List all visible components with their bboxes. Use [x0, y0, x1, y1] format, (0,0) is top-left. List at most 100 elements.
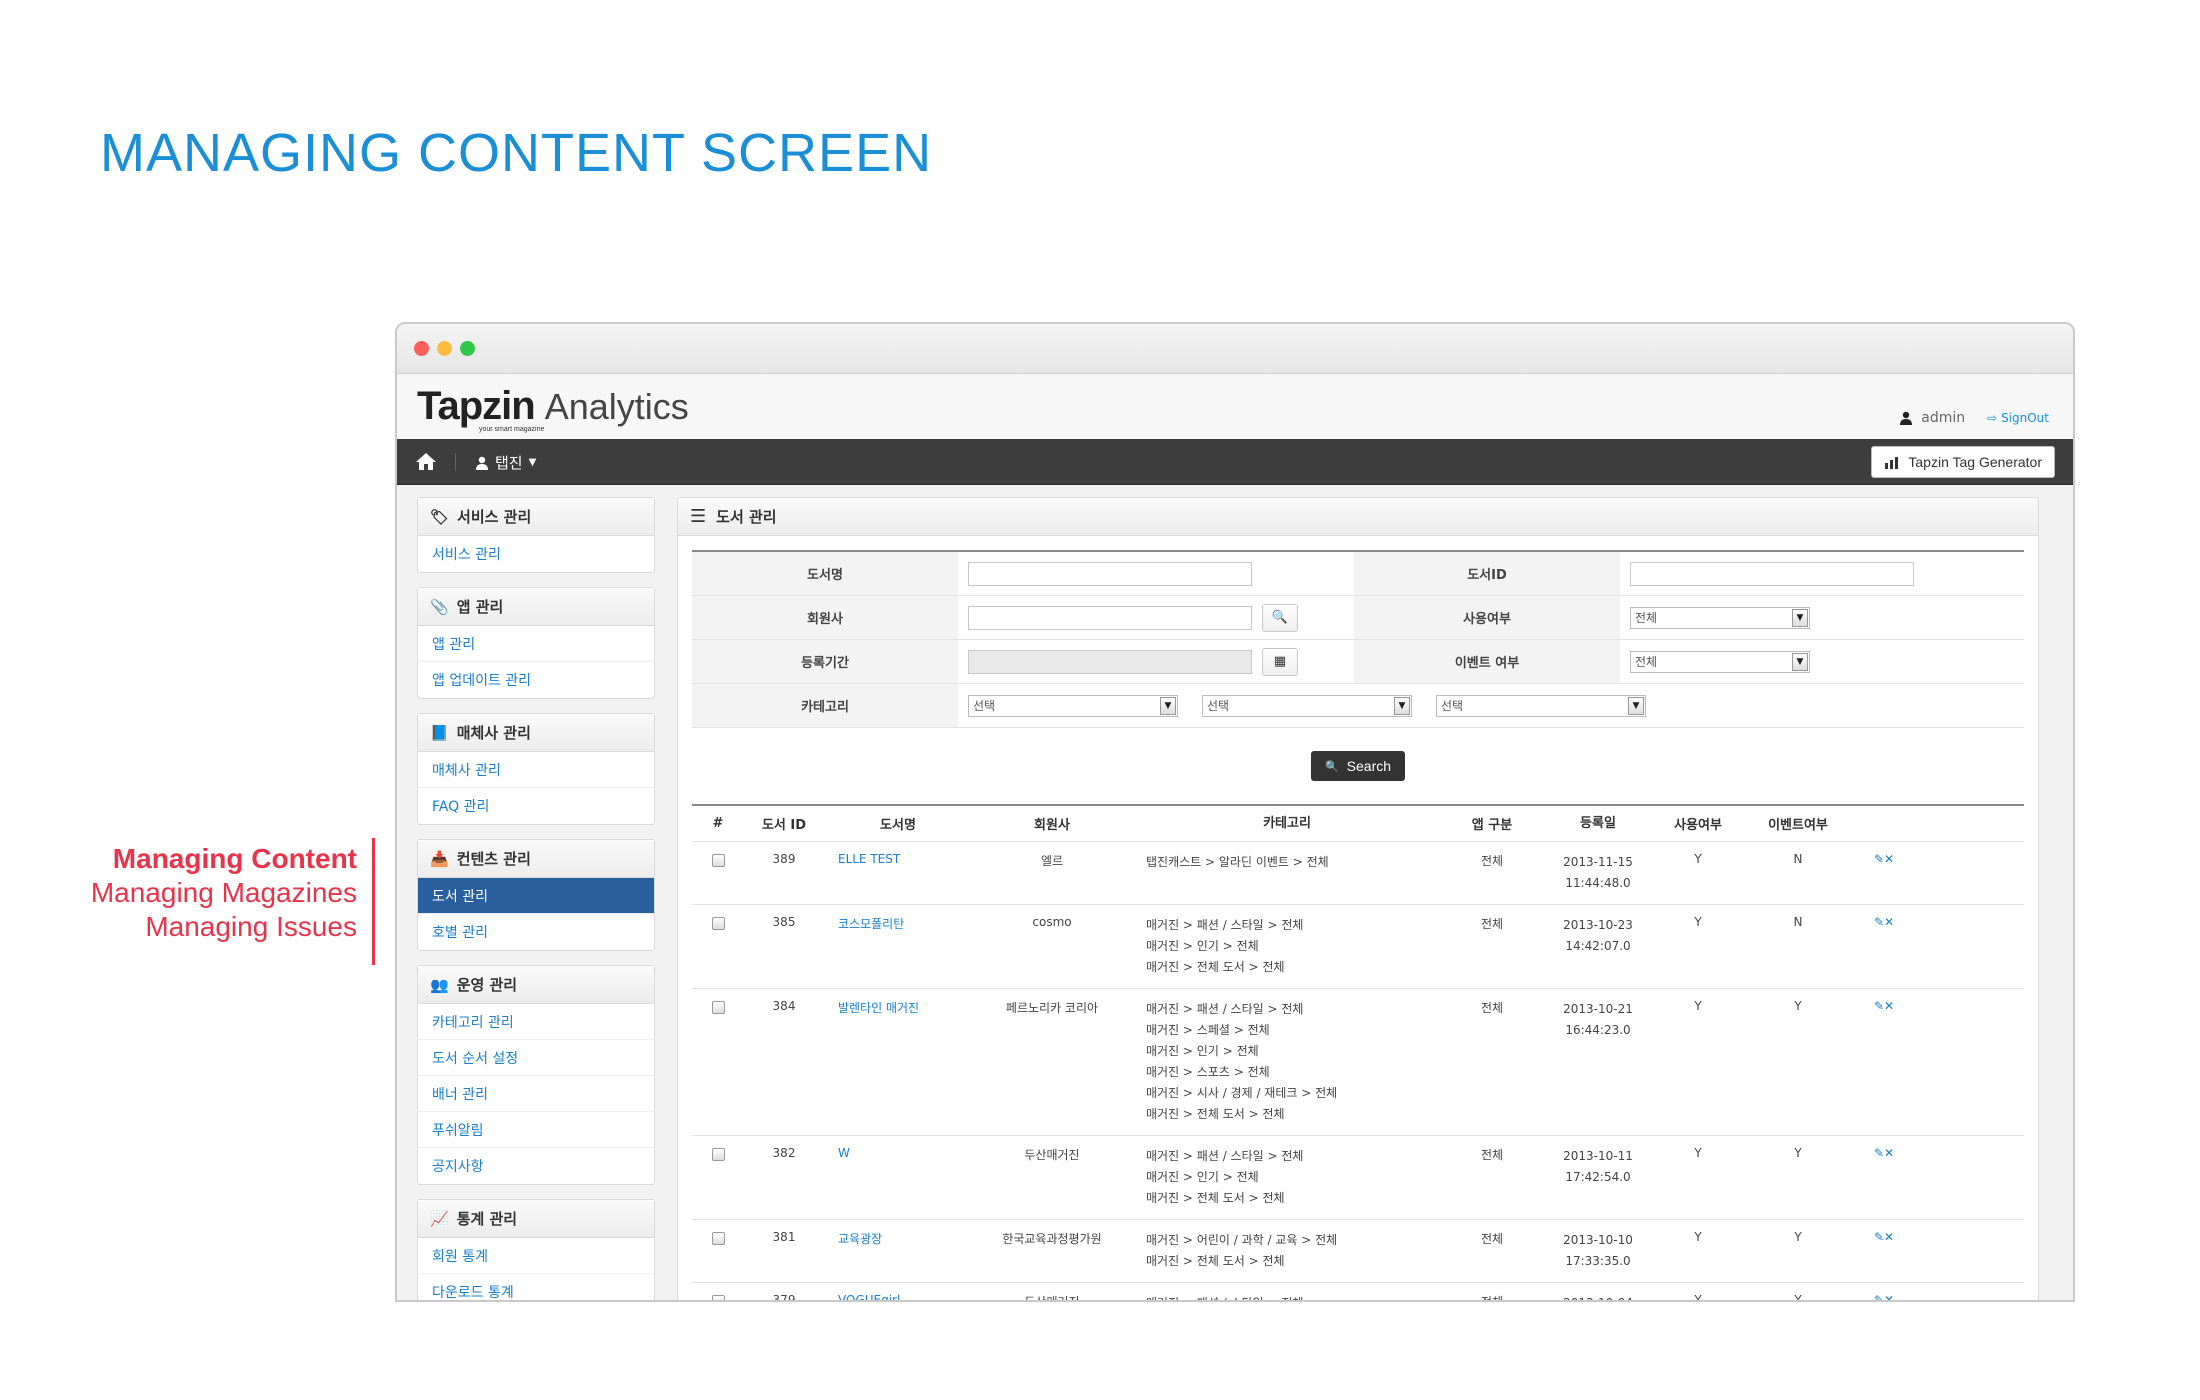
delete-icon[interactable]: ✕: [1884, 999, 1894, 1013]
book-name-link[interactable]: VOGUEgirl: [824, 1293, 972, 1300]
filter-row: 도서명 도서ID: [692, 552, 2024, 596]
book-id-input[interactable]: [1630, 561, 1914, 586]
content-area: 🏷 서비스 관리 서비스 관리 📎 앱 관리 앱 관리 앱 업데이트 관리 📘 …: [397, 487, 2073, 1300]
category-select-value: 선택: [973, 699, 996, 713]
navbar: 탭진 ▼ Tapzin Tag Generator: [397, 439, 2073, 485]
signout-link[interactable]: ⇨ SignOut: [1987, 411, 2049, 425]
delete-icon[interactable]: ✕: [1884, 915, 1894, 929]
member-search-button[interactable]: 🔍: [1262, 603, 1298, 632]
date: 2013-10-11: [1563, 1149, 1633, 1163]
use-flag: Y: [1694, 1146, 1702, 1160]
sidebar-item-books[interactable]: 도서 관리: [418, 878, 654, 914]
nav-divider: [455, 453, 456, 471]
filter-row: 회원사 🔍 사용여부 전체 ▼: [692, 596, 2024, 640]
sidebar-item-category[interactable]: 카테고리 관리: [418, 1004, 654, 1040]
period-input[interactable]: [968, 649, 1252, 674]
home-icon[interactable]: [415, 451, 437, 471]
edit-icon[interactable]: ✎: [1874, 1230, 1884, 1244]
use-flag: Y: [1694, 1230, 1702, 1244]
row-checkbox[interactable]: [711, 917, 725, 930]
category-path: 매거진 > 스페셜 > 전체: [1146, 1023, 1270, 1037]
browser-window: Tapzin Analytics your smart magazine admi…: [395, 322, 2075, 1302]
sidebar-item-push[interactable]: 푸쉬알림: [418, 1112, 654, 1148]
row-actions: ✎✕: [1854, 1293, 1914, 1300]
main-panel: ☰ 도서 관리 도서명 도서ID 회원사 🔍 사용여부 전체 ▼ 등록기간 ▦ …: [677, 497, 2039, 1302]
category-path: 매거진 > 인기 > 전체: [1146, 1044, 1259, 1058]
maximize-window-button[interactable]: [460, 341, 475, 356]
book-name-link[interactable]: 교육광장: [824, 1230, 972, 1272]
book-name-input[interactable]: [968, 561, 1252, 586]
table-row: 382 W 두산매거진 매거진 > 패션 / 스타일 > 전체 매거진 > 인기 > 전…: [692, 1136, 2024, 1220]
minimize-window-button[interactable]: [437, 341, 452, 356]
sidebar-heading-label: 매체사 관리: [456, 724, 531, 742]
event-label: 이벤트 여부: [1354, 640, 1620, 683]
use-flag: Y: [1694, 852, 1702, 866]
sidebar-panel-operations: 👥 운영 관리 카테고리 관리 도서 순서 설정 배너 관리 푸쉬알림 공지사항: [417, 965, 655, 1185]
user-icon: [1900, 411, 1913, 425]
use-flag: Y: [1694, 999, 1702, 1013]
member-input[interactable]: [968, 605, 1252, 630]
event-select[interactable]: 전체 ▼: [1630, 650, 1810, 673]
category-list: 매거진 > 패션 / 스타일 > 전체매거진 > 인기 > 전체매거진 > 전체…: [1132, 1293, 1442, 1300]
book-name-link[interactable]: ELLE TEST: [824, 852, 972, 894]
tag-generator-button[interactable]: Tapzin Tag Generator: [1871, 446, 2055, 478]
book-name-link[interactable]: 코스모폴리탄: [824, 915, 972, 978]
logo[interactable]: Tapzin Analytics your smart magazine: [417, 384, 689, 433]
sidebar-item-notice[interactable]: 공지사항: [418, 1148, 654, 1184]
chevron-down-icon: ▼: [1792, 652, 1808, 671]
category-select-1[interactable]: 선택 ▼: [968, 694, 1178, 717]
book-id: 381: [772, 1230, 796, 1244]
close-window-button[interactable]: [414, 341, 429, 356]
sidebar-item-faq[interactable]: FAQ 관리: [418, 788, 654, 824]
row-checkbox[interactable]: [711, 1001, 725, 1014]
category-select-value: 선택: [1207, 699, 1230, 713]
annotation-line-1: Managing Content: [112, 843, 357, 874]
edit-icon[interactable]: ✎: [1874, 999, 1884, 1013]
edit-icon[interactable]: ✎: [1874, 1293, 1884, 1300]
search-button[interactable]: 🔍 Search: [1310, 751, 1406, 781]
edit-icon[interactable]: ✎: [1874, 852, 1884, 866]
sidebar-item-app-update[interactable]: 앱 업데이트 관리: [418, 662, 654, 698]
row-checkbox[interactable]: [711, 1232, 725, 1245]
row-checkbox-cell: [692, 1230, 744, 1272]
category-select-3[interactable]: 선택 ▼: [1436, 694, 1646, 717]
delete-icon[interactable]: ✕: [1884, 1230, 1894, 1244]
sidebar-item-app[interactable]: 앱 관리: [418, 626, 654, 662]
use-select[interactable]: 전체 ▼: [1630, 606, 1810, 629]
category-path: 탭진캐스트 > 알라딘 이벤트 > 전체: [1146, 855, 1329, 869]
category-select-value: 선택: [1441, 699, 1464, 713]
edit-icon[interactable]: ✎: [1874, 915, 1884, 929]
row-checkbox[interactable]: [711, 1148, 725, 1161]
date: 2013-10-21: [1563, 1002, 1633, 1016]
use-flag: Y: [1694, 1293, 1702, 1302]
sidebar-item-issues[interactable]: 호별 관리: [418, 914, 654, 950]
row-checkbox[interactable]: [711, 854, 725, 867]
sidebar-item-service[interactable]: 서비스 관리: [418, 536, 654, 572]
edit-icon[interactable]: ✎: [1874, 1146, 1884, 1160]
sidebar-item-download-stats[interactable]: 다운로드 통계: [418, 1274, 654, 1300]
category-select-2[interactable]: 선택 ▼: [1202, 694, 1412, 717]
sidebar-heading: 📎 앱 관리: [418, 588, 654, 626]
app-type: 전체: [1480, 917, 1504, 931]
sidebar-heading-label: 통계 관리: [456, 1210, 518, 1228]
row-checkbox-cell: [692, 915, 744, 978]
book-name-link[interactable]: 발렌타인 매거진: [824, 999, 972, 1125]
sidebar-item-book-order[interactable]: 도서 순서 설정: [418, 1040, 654, 1076]
app-type: 전체: [1480, 854, 1504, 868]
sidebar-item-publisher[interactable]: 매체사 관리: [418, 752, 654, 788]
delete-icon[interactable]: ✕: [1884, 1293, 1894, 1300]
sidebar-heading-label: 서비스 관리: [457, 508, 532, 526]
sidebar-item-member-stats[interactable]: 회원 통계: [418, 1238, 654, 1274]
user-menu[interactable]: 탭진 ▼: [475, 452, 536, 473]
publisher: cosmo: [1032, 915, 1072, 929]
row-actions: ✎✕: [1854, 852, 1914, 894]
delete-icon[interactable]: ✕: [1884, 852, 1894, 866]
book-name-link[interactable]: W: [824, 1146, 972, 1209]
row-checkbox[interactable]: [711, 1295, 725, 1300]
category-list: 매거진 > 어린이 / 과학 / 교육 > 전체 매거진 > 전체 도서 > 전체: [1132, 1230, 1442, 1272]
calendar-button[interactable]: ▦: [1262, 647, 1298, 676]
book-id: 389: [772, 852, 796, 866]
sidebar-heading-label: 운영 관리: [456, 976, 518, 994]
delete-icon[interactable]: ✕: [1884, 1146, 1894, 1160]
sidebar-item-banner[interactable]: 배너 관리: [418, 1076, 654, 1112]
